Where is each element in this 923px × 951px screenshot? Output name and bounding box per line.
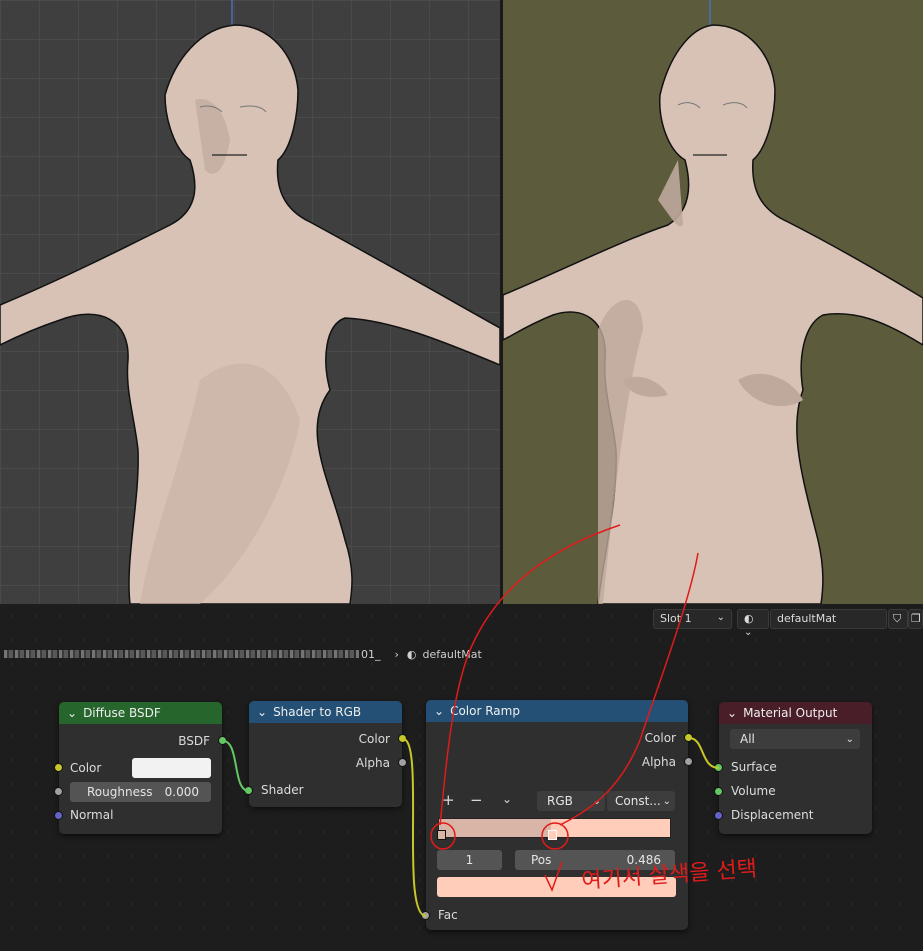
volume-input-socket[interactable] (714, 787, 723, 796)
color-swatch[interactable] (132, 758, 211, 778)
figure-left (0, 0, 500, 604)
material-name-field[interactable]: defaultMat (770, 609, 887, 629)
chevron-right-icon: › (394, 647, 399, 661)
node-title: Color Ramp (450, 704, 520, 718)
remove-stop-button[interactable]: − (470, 791, 483, 809)
target-value: All (740, 732, 755, 746)
viewport-right[interactable] (503, 0, 923, 604)
diffuse-roughness-input-socket[interactable] (54, 787, 63, 796)
input-volume-label: Volume (731, 784, 776, 798)
output-color-label: Color (644, 731, 676, 745)
breadcrumb-material: defaultMat (422, 647, 482, 661)
interpolation-value: Const... (615, 794, 661, 808)
shader-to-rgb-color-output-socket[interactable] (398, 734, 407, 743)
input-color-label: Color (70, 761, 102, 775)
fake-user-button[interactable]: ⛉ (888, 609, 908, 629)
input-surface-label: Surface (731, 760, 777, 774)
material-name: defaultMat (777, 612, 837, 625)
roughness-field[interactable]: Roughness 0.000 (70, 782, 211, 802)
shader-input-socket[interactable] (244, 786, 253, 795)
duplicate-material-button[interactable]: ❐ (908, 609, 923, 629)
material-output-node[interactable]: ⌄ Material Output All ⌄ Surface Volume D… (719, 702, 872, 834)
stop-position-field[interactable]: Pos 0.486 (515, 850, 675, 870)
ramp-stop-handle-0[interactable] (437, 830, 446, 840)
displacement-input-socket[interactable] (714, 811, 723, 820)
interpolation-dropdown[interactable]: Const... ⌄ (607, 791, 675, 811)
shield-icon: ⛉ (893, 612, 902, 625)
slot-dropdown[interactable]: Slot 1 ⌄ (653, 609, 732, 629)
collapse-chevron-icon[interactable]: ⌄ (727, 706, 737, 720)
stop-index-value: 1 (465, 853, 474, 867)
add-stop-button[interactable]: + (442, 791, 455, 809)
material-browse-button[interactable]: ◐ ⌄ (737, 609, 769, 638)
chevron-down-icon: ⌄ (592, 795, 601, 807)
object-name: 01_ (361, 647, 381, 661)
diffuse-bsdf-header[interactable]: ⌄ Diffuse BSDF (59, 702, 222, 724)
pos-value: 0.486 (626, 853, 661, 867)
input-fac-label: Fac (438, 908, 458, 922)
node-title: Diffuse BSDF (83, 706, 161, 720)
figure-right (503, 0, 923, 604)
chevron-down-icon: ⌄ (716, 612, 725, 623)
input-shader-label: Shader (261, 783, 304, 797)
diffuse-bsdf-node[interactable]: ⌄ Diffuse BSDF BSDF Color Roughness 0.00… (59, 702, 222, 834)
material-sphere-icon: ◐ (744, 612, 754, 625)
collapse-chevron-icon[interactable]: ⌄ (257, 705, 267, 719)
chevron-down-icon: ⌄ (744, 627, 753, 638)
blurred-object-path (4, 650, 359, 658)
viewport-left[interactable] (0, 0, 500, 604)
copy-icon: ❐ (911, 612, 921, 625)
material-output-header[interactable]: ⌄ Material Output (719, 702, 872, 724)
output-alpha-label: Alpha (355, 756, 390, 770)
shader-to-rgb-header[interactable]: ⌄ Shader to RGB (249, 701, 402, 723)
diffuse-normal-input-socket[interactable] (54, 811, 63, 820)
roughness-value: 0.000 (164, 785, 199, 799)
color-mode-dropdown[interactable]: RGB ⌄ (537, 791, 605, 811)
surface-input-socket[interactable] (714, 763, 723, 772)
diffuse-bsdf-output-socket[interactable] (218, 736, 227, 745)
input-normal-label: Normal (70, 808, 114, 822)
color-ramp-color-output-socket[interactable] (684, 733, 693, 742)
collapse-chevron-icon[interactable]: ⌄ (67, 706, 77, 720)
stop-color-swatch[interactable] (437, 877, 676, 897)
roughness-label: Roughness (87, 785, 153, 799)
node-title: Material Output (743, 706, 838, 720)
breadcrumb: 01_ › ◐ defaultMat (0, 644, 482, 664)
shader-to-rgb-alpha-output-socket[interactable] (398, 758, 407, 767)
chevron-down-icon: ⌄ (662, 795, 671, 807)
material-sphere-icon: ◐ (406, 647, 417, 661)
ramp-segment-left (439, 819, 552, 837)
ramp-stop-handle-1[interactable] (548, 830, 557, 840)
chevron-down-icon: ⌄ (845, 733, 854, 745)
pos-label: Pos (531, 853, 552, 867)
input-displacement-label: Displacement (731, 808, 814, 822)
stop-index-field[interactable]: 1 (437, 850, 502, 870)
ramp-menu-chevron-icon[interactable]: ⌄ (502, 792, 512, 806)
diffuse-color-input-socket[interactable] (54, 763, 63, 772)
slot-label: Slot 1 (660, 612, 692, 625)
target-dropdown[interactable]: All ⌄ (730, 729, 860, 749)
color-ramp-fac-input-socket[interactable] (421, 911, 430, 920)
shader-to-rgb-node[interactable]: ⌄ Shader to RGB Color Alpha Shader (249, 701, 402, 807)
output-alpha-label: Alpha (641, 755, 676, 769)
output-bsdf-label: BSDF (178, 734, 210, 748)
color-ramp-node[interactable]: ⌄ Color Ramp Color Alpha + − ⌄ RGB ⌄ Con… (426, 700, 688, 930)
color-ramp-header[interactable]: ⌄ Color Ramp (426, 700, 688, 722)
ramp-segment-right (551, 819, 670, 837)
color-ramp-alpha-output-socket[interactable] (684, 757, 693, 766)
node-title: Shader to RGB (273, 705, 362, 719)
output-color-label: Color (358, 732, 390, 746)
color-mode-value: RGB (547, 794, 573, 808)
collapse-chevron-icon[interactable]: ⌄ (434, 704, 444, 718)
